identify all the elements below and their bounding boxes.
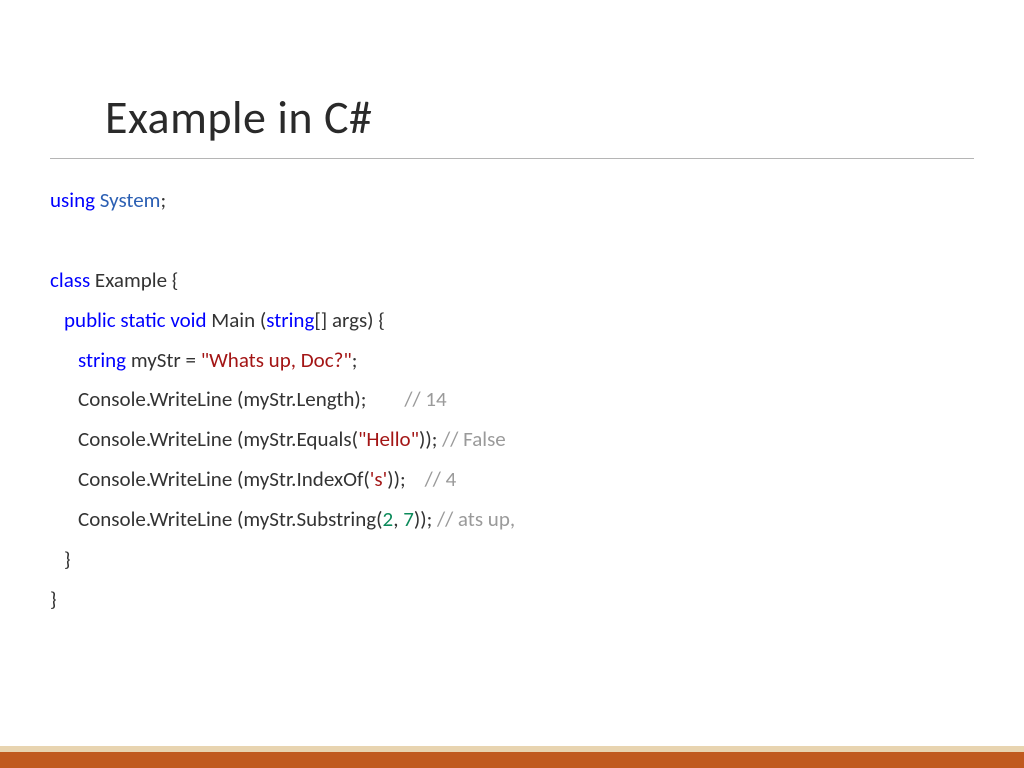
code-block: using System; class Example { public sta…	[50, 181, 974, 620]
modifiers: public static void	[64, 307, 207, 333]
comment-14: // 14	[404, 386, 446, 412]
code-line-4: public static void Main (string[] args) …	[50, 301, 974, 341]
comment-4: // 4	[425, 466, 457, 492]
semicolon-2: ;	[352, 347, 358, 373]
code-line-5: string myStr = "Whats up, Doc?";	[50, 341, 974, 381]
stmt-substring-2: ));	[414, 506, 437, 532]
namespace-system: System	[100, 187, 161, 213]
char-literal: 's'	[370, 466, 387, 492]
stmt-equals-1: Console.WriteLine (myStr.Equals(	[78, 426, 358, 452]
code-line-6: Console.WriteLine (myStr.Length); // 14	[50, 380, 974, 420]
semicolon: ;	[160, 187, 166, 213]
keyword-using: using	[50, 187, 95, 213]
method-sig-2: [] args) {	[314, 307, 385, 333]
num-2: 2	[383, 506, 394, 532]
code-line-7: Console.WriteLine (myStr.Equals("Hello")…	[50, 420, 974, 460]
type-string-2: string	[78, 347, 126, 373]
comment-false: // False	[442, 426, 506, 452]
stmt-indexof-1: Console.WriteLine (myStr.IndexOf(	[78, 466, 370, 492]
slide-footer	[0, 746, 1024, 768]
code-line-9: Console.WriteLine (myStr.Substring(2, 7)…	[50, 500, 974, 540]
code-line-3: class Example {	[50, 261, 974, 301]
string-literal-2: "Hello"	[358, 426, 419, 452]
string-literal-1: "Whats up, Doc?"	[201, 347, 352, 373]
close-brace-inner: }	[64, 546, 71, 572]
stmt-length: Console.WriteLine (myStr.Length);	[78, 386, 404, 412]
type-string: string	[266, 307, 314, 333]
keyword-class: class	[50, 267, 90, 293]
stmt-substring-1: Console.WriteLine (myStr.Substring(	[78, 506, 383, 532]
class-name: Example {	[90, 267, 178, 293]
code-line-blank	[50, 221, 974, 261]
footer-accent-bottom	[0, 752, 1024, 768]
code-line-1: using System;	[50, 181, 974, 221]
comma: ,	[393, 506, 403, 532]
title-underline	[50, 158, 974, 159]
stmt-indexof-2: ));	[387, 466, 424, 492]
code-line-8: Console.WriteLine (myStr.IndexOf('s')); …	[50, 460, 974, 500]
code-line-10: }	[50, 540, 974, 580]
close-brace-outer: }	[50, 586, 57, 612]
stmt-equals-2: ));	[419, 426, 442, 452]
slide-title: Example in C#	[105, 90, 974, 146]
code-line-11: }	[50, 580, 974, 620]
num-7: 7	[403, 506, 414, 532]
slide: Example in C# using System; class Exampl…	[0, 0, 1024, 768]
comment-atsup: // ats up,	[437, 506, 515, 532]
method-sig-1: Main (	[207, 307, 267, 333]
var-decl: myStr =	[126, 347, 201, 373]
